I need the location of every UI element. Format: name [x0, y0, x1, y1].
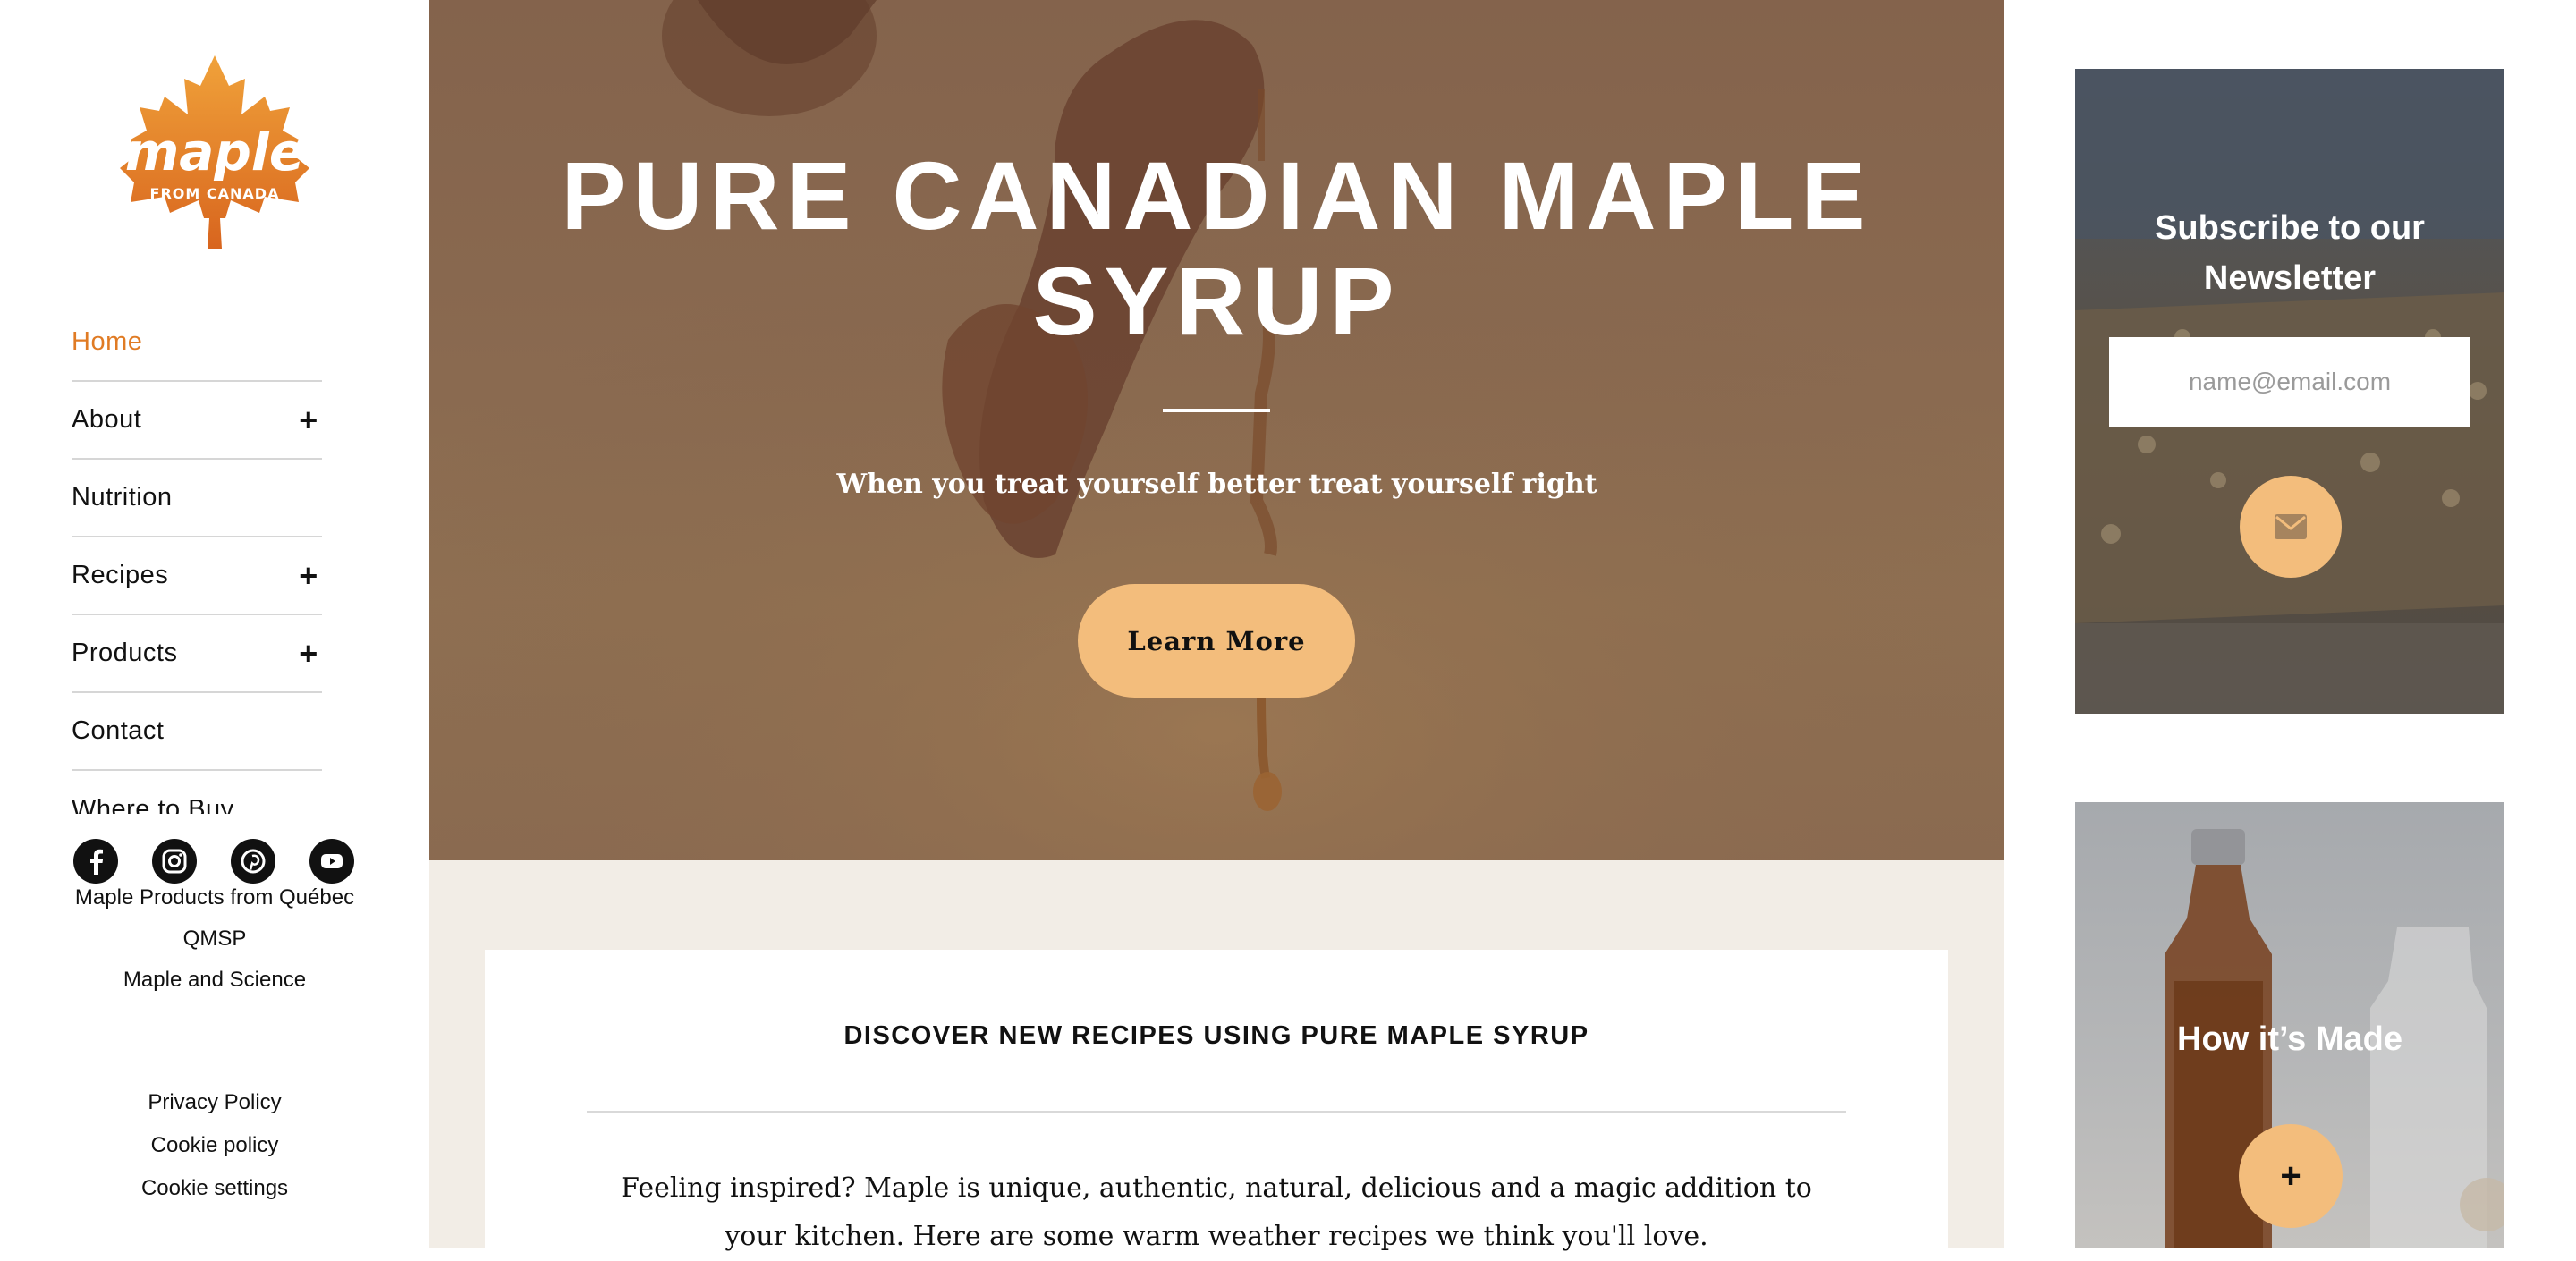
main-nav: Home About + Nutrition Recipes + Product… [72, 304, 322, 814]
recipes-divider [587, 1111, 1846, 1113]
cookie-settings-link[interactable]: Cookie settings [72, 1178, 358, 1199]
facebook-icon[interactable] [73, 839, 118, 884]
nav-item-products[interactable]: Products + [72, 615, 322, 693]
partner-link-quebec[interactable]: Maple Products from Québec [72, 887, 358, 909]
how-its-made-panel: How it’s Made + [2075, 802, 2504, 1248]
privacy-policy-link[interactable]: Privacy Policy [72, 1092, 358, 1113]
hero-banner: PURE CANADIAN MAPLE SYRUP When you treat… [429, 0, 2004, 860]
hero-title: PURE CANADIAN MAPLE SYRUP [561, 141, 1873, 355]
how-its-made-title: How it’s Made [2177, 1020, 2402, 1058]
nav-item-about[interactable]: About + [72, 382, 322, 460]
nav-item-home[interactable]: Home [72, 304, 322, 382]
nav-item-label: About [72, 405, 142, 434]
legal-links: Privacy Policy Cookie policy Cookie sett… [72, 1092, 358, 1199]
recipes-heading: DISCOVER NEW RECIPES USING PURE MAPLE SY… [843, 1021, 1589, 1050]
how-its-made-expand-button[interactable]: + [2239, 1124, 2343, 1228]
nav-item-contact[interactable]: Contact [72, 693, 322, 771]
expand-plus-icon[interactable]: + [295, 559, 322, 592]
sidebar: maple FROM CANADA Home About + Nutrition… [0, 0, 429, 1248]
logo-tagline: FROM CANADA [150, 185, 280, 202]
recipes-card: DISCOVER NEW RECIPES USING PURE MAPLE SY… [485, 950, 1948, 1252]
expand-plus-icon[interactable]: + [295, 637, 322, 670]
pinterest-icon[interactable] [231, 839, 275, 884]
newsletter-email-input[interactable] [2109, 337, 2470, 427]
nav-item-recipes[interactable]: Recipes + [72, 537, 322, 615]
maple-leaf-icon: maple FROM CANADA [120, 55, 309, 249]
expand-plus-icon[interactable]: + [295, 403, 322, 436]
partner-link-qmsp[interactable]: QMSP [72, 928, 358, 950]
hero-subtitle: When you treat yourself better treat you… [836, 469, 1597, 500]
newsletter-title: Subscribe to our Newsletter [2155, 209, 2425, 297]
nav-item-label: Where to Buy [72, 795, 234, 814]
nav-item-label: Recipes [72, 561, 169, 589]
newsletter-submit-button[interactable] [2240, 476, 2342, 578]
learn-more-button[interactable]: Learn More [1078, 584, 1355, 698]
nav-item-label: Contact [72, 716, 165, 745]
hero-divider [1163, 409, 1270, 412]
partner-link-science[interactable]: Maple and Science [72, 969, 358, 991]
recipes-intro-text: Feeling inspired? Maple is unique, authe… [621, 1172, 1812, 1252]
instagram-icon[interactable] [152, 839, 197, 884]
partner-links: Maple Products from Québec QMSP Maple an… [72, 887, 358, 1011]
nav-item-label: Products [72, 639, 178, 667]
nav-item-label: Nutrition [72, 483, 173, 512]
envelope-icon [2275, 514, 2307, 539]
nav-item-nutrition[interactable]: Nutrition [72, 460, 322, 537]
maple-from-canada-logo[interactable]: maple FROM CANADA [107, 52, 322, 267]
newsletter-panel: Subscribe to our Newsletter [2075, 69, 2504, 714]
youtube-icon[interactable] [309, 839, 354, 884]
nav-item-label: Home [72, 327, 143, 356]
nav-item-where-to-buy[interactable]: Where to Buy [72, 771, 322, 814]
logo-wordmark: maple [125, 122, 304, 182]
social-links [73, 839, 354, 884]
hero-background-image [429, 0, 2004, 860]
cookie-policy-link[interactable]: Cookie policy [72, 1135, 358, 1156]
